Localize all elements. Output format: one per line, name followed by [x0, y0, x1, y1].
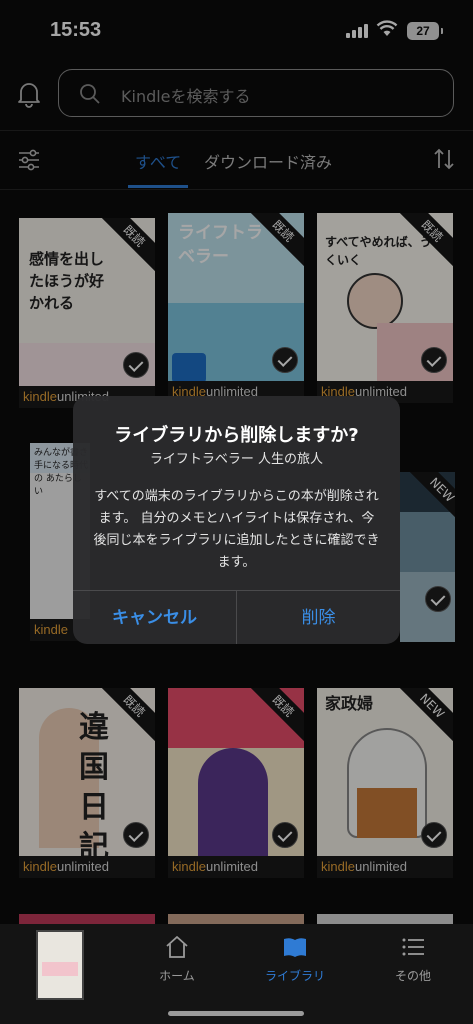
home-indicator[interactable] [168, 1011, 304, 1016]
nav-library[interactable]: ライブラリ [235, 924, 355, 994]
nav-more-label: その他 [394, 969, 431, 983]
cancel-button[interactable]: キャンセル [73, 591, 236, 644]
nav-home[interactable]: ホーム [117, 924, 237, 994]
delete-button[interactable]: 削除 [237, 591, 400, 644]
menu-icon [402, 938, 424, 956]
bottom-navigation: ホーム ライブラリ その他 [0, 924, 473, 1024]
library-icon [284, 938, 306, 957]
nav-home-label: ホーム [159, 969, 195, 983]
current-book-thumbnail[interactable] [36, 930, 84, 1000]
dialog-book-name: ライフトラベラー 人生の旅人 [149, 452, 324, 467]
dialog-message: すべての端末のライブラリからこの本が削除されます。 自分のメモとハイライトは保存… [93, 489, 380, 570]
nav-library-label: ライブラリ [264, 969, 325, 983]
home-icon [166, 936, 188, 958]
dialog-button-row: キャンセル 削除 [73, 590, 400, 644]
dialog-title: ライブラリから削除しますか? [114, 425, 359, 446]
delete-confirm-dialog: ライブラリから削除しますか? ライフトラベラー 人生の旅人 すべての端末のライブ… [73, 396, 400, 644]
nav-more[interactable]: その他 [353, 924, 473, 994]
